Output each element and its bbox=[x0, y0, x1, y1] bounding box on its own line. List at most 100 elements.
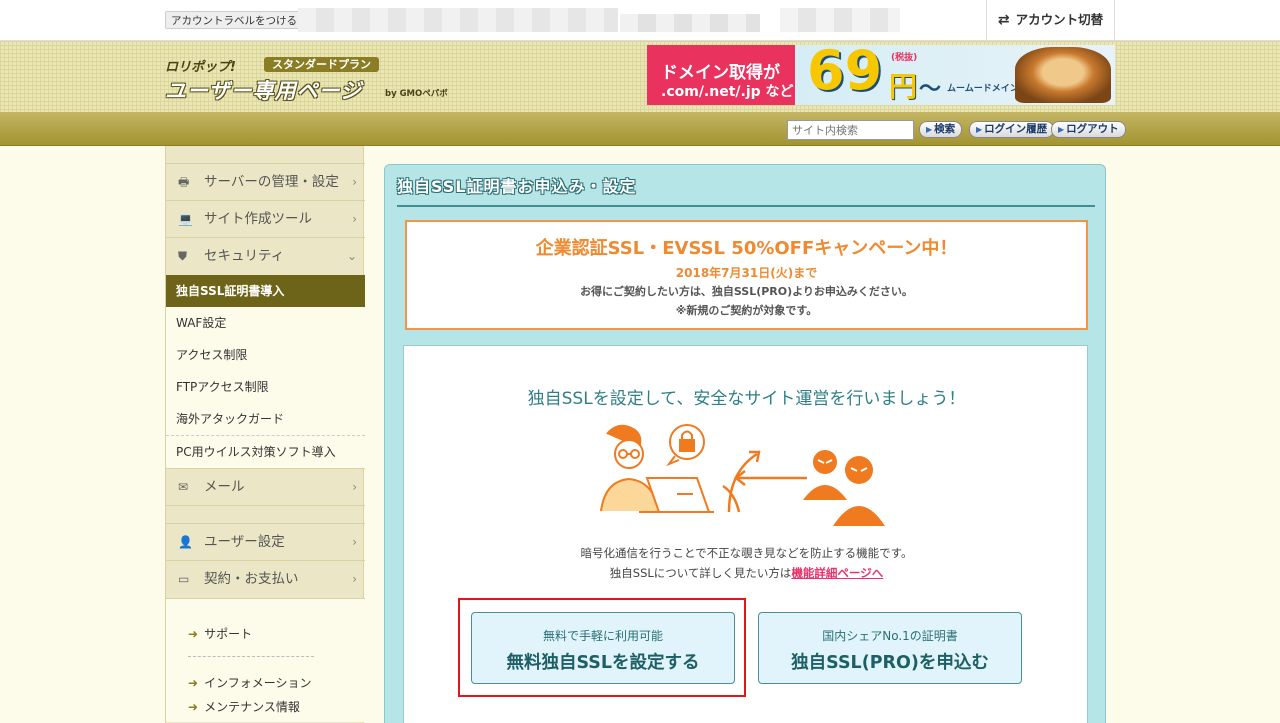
security-illustration bbox=[600, 424, 885, 526]
campaign-date: 2018年7月31日(火)まで bbox=[675, 266, 818, 280]
maintenance-label: メンテナンス情報 bbox=[204, 700, 300, 714]
attacker-figures bbox=[803, 450, 885, 526]
campaign-notice: 企業認証SSL・EVSSL 50%OFFキャンペーン中！ 2018年7月31日(… bbox=[405, 220, 1088, 330]
sidebar-item-label: サーバーの管理・設定 bbox=[204, 174, 339, 190]
triangle-right-icon: ▶ bbox=[976, 125, 983, 134]
chevron-right-icon: › bbox=[352, 175, 357, 189]
sidebar-item-billing[interactable]: ▭ 契約・お支払い › bbox=[166, 560, 365, 597]
account-label-button[interactable]: アカウントラベルをつける bbox=[165, 11, 303, 29]
campaign-title: 企業認証SSL・EVSSL 50%OFFキャンペーン中！ bbox=[535, 238, 958, 259]
banner-yen: 円 bbox=[889, 70, 918, 103]
title-divider bbox=[397, 205, 1095, 207]
triangle-right-icon: ▶ bbox=[1058, 125, 1065, 134]
support-section: ➜ サポート ➜ インフォメーション ➜ メンテナンス情報 bbox=[166, 598, 365, 722]
site-search-input[interactable] bbox=[787, 120, 914, 140]
sidebar: 🖶 サーバーの管理・設定 › 💻 サイト作成ツール › ⛊ セキュリティ ⌄ 独… bbox=[165, 146, 365, 723]
logo-by-gmo: by GMOペパボ bbox=[385, 89, 448, 99]
chevron-right-icon: › bbox=[352, 572, 357, 586]
switch-arrows-icon: ⇄ bbox=[997, 12, 1010, 28]
information-label: インフォメーション bbox=[204, 676, 312, 690]
sidebar-item-waf[interactable]: WAF設定 bbox=[166, 307, 365, 339]
chevron-right-icon: › bbox=[352, 480, 357, 494]
shield-icon: ⛊ bbox=[178, 249, 188, 263]
nav-bar: ▶検索 ▶ログイン履歴 ▶ログアウト bbox=[0, 112, 1280, 146]
sidebar-item-ssl[interactable]: 独自SSL証明書導入 bbox=[166, 275, 365, 307]
campaign-desc: お得にご契約したい方は、独自SSL(PRO)よりお申込みください。 bbox=[580, 285, 913, 298]
account-detail-redacted bbox=[620, 14, 760, 32]
banner-line1: ドメイン取得が bbox=[661, 63, 780, 83]
intro-description: 暗号化通信を行うことで不正な覗き見などを防止する機能です。 bbox=[580, 546, 913, 560]
sidebar-spacer bbox=[166, 505, 365, 523]
sidebar-item-user[interactable]: 👤 ユーザー設定 › bbox=[166, 523, 365, 560]
sidebar-item-label: 契約・お支払い bbox=[204, 571, 299, 587]
sidebar-item-access[interactable]: アクセス制限 bbox=[166, 339, 365, 371]
intro-more-line: 独自SSLについて詳しく見たい方は機能詳細ページへ bbox=[404, 565, 1089, 581]
maintenance-link[interactable]: ➜ メンテナンス情報 bbox=[188, 698, 300, 715]
user-icon: 👤 bbox=[178, 535, 193, 549]
account-switch-button[interactable]: ⇄ アカウント切替 bbox=[986, 0, 1115, 41]
banner-price-panel: 69 (税抜) 円 〜 ムームードメイン bbox=[795, 45, 1115, 105]
banner-tilde: 〜 bbox=[919, 77, 942, 102]
search-button-label: 検索 bbox=[934, 123, 956, 135]
mail-icon: ✉ bbox=[178, 480, 189, 494]
banner-line2: .com/.net/.jp など bbox=[661, 84, 794, 100]
sidebar-item-server[interactable]: 🖶 サーバーの管理・設定 › bbox=[166, 163, 365, 200]
login-history-label: ログイン履歴 bbox=[984, 123, 1048, 135]
lock-bubble bbox=[666, 424, 705, 467]
search-button[interactable]: ▶ 検索 bbox=[919, 121, 963, 138]
header: ロリポップ! スタンダードプラン ユーザー専用ページ by GMOペパボ ドメイ… bbox=[0, 41, 1280, 112]
pro-ssl-button[interactable]: 国内シェアNo.1の証明書 独自SSL(PRO)を申込む bbox=[758, 612, 1022, 684]
sidebar-item-label: メール bbox=[204, 479, 245, 495]
account-name-redacted bbox=[298, 8, 618, 32]
shiba-dog-image bbox=[1015, 47, 1111, 103]
triangle-right-icon: ▶ bbox=[926, 125, 933, 134]
sidebar-item-label: ユーザー設定 bbox=[204, 534, 285, 550]
sidebar-item-ftp[interactable]: FTPアクセス制限 bbox=[166, 371, 365, 403]
sidebar-item-site-tools[interactable]: 💻 サイト作成ツール › bbox=[166, 200, 365, 237]
sidebar-item-label: サイト作成ツール bbox=[204, 211, 312, 227]
arrows bbox=[722, 450, 807, 513]
sidebar-item-security[interactable]: ⛊ セキュリティ ⌄ bbox=[166, 237, 365, 274]
pro-ssl-label: 独自SSL(PRO)を申込む bbox=[791, 653, 989, 673]
feature-detail-link[interactable]: 機能詳細ページへ bbox=[791, 566, 883, 580]
campaign-note: ※新規のご契約が対象です。 bbox=[675, 304, 818, 317]
support-label: サポート bbox=[204, 627, 253, 641]
support-divider bbox=[188, 656, 314, 657]
banner-brand: ムームードメイン bbox=[947, 84, 1019, 94]
account-switch-label: アカウント切替 bbox=[1015, 12, 1104, 27]
banner-price: 69 bbox=[807, 45, 883, 102]
plan-badge: スタンダードプラン bbox=[264, 57, 379, 72]
support-link[interactable]: ➜ サポート bbox=[188, 625, 252, 642]
chevron-right-icon: › bbox=[352, 535, 357, 549]
top-bar: アカウントラベルをつける ⇄ アカウント切替 bbox=[0, 0, 1280, 41]
sidebar-item-label: セキュリティ bbox=[204, 248, 285, 264]
site-logo[interactable]: ロリポップ! スタンダードプラン ユーザー専用ページ by GMOペパボ bbox=[165, 56, 465, 103]
logo-brand: ロリポップ! bbox=[165, 60, 236, 75]
laptop-icon: 💻 bbox=[178, 212, 193, 226]
information-link[interactable]: ➜ インフォメーション bbox=[188, 674, 311, 691]
login-history-button[interactable]: ▶ ログイン履歴 bbox=[969, 121, 1055, 138]
credit-card-icon: ▭ bbox=[178, 572, 190, 586]
sidebar-item-attack-guard[interactable]: 海外アタックガード bbox=[166, 403, 365, 435]
logout-label: ログアウト bbox=[1066, 123, 1119, 135]
chevron-down-icon: ⌄ bbox=[346, 249, 357, 263]
printer-icon: 🖶 bbox=[178, 175, 190, 189]
chevron-right-icon: › bbox=[352, 212, 357, 226]
sidebar-item-mail[interactable]: ✉ メール › bbox=[166, 468, 365, 505]
logo-title: ユーザー専用ページ bbox=[165, 79, 363, 103]
account-domain-redacted bbox=[780, 8, 900, 32]
arrow-right-icon: ➜ bbox=[188, 700, 199, 714]
highlight-box bbox=[458, 598, 746, 697]
arrow-right-icon: ➜ bbox=[188, 676, 199, 690]
pro-ssl-sub: 国内シェアNo.1の証明書 bbox=[822, 629, 958, 643]
banner-pink-panel: ドメイン取得が .com/.net/.jp など bbox=[647, 45, 795, 105]
logout-button[interactable]: ▶ ログアウト bbox=[1051, 121, 1126, 138]
intro-headline: 独自SSLを設定して、安全なサイト運営を行いましょう！ bbox=[527, 389, 966, 409]
arrow-right-icon: ➜ bbox=[188, 627, 199, 641]
intro-more-text: 独自SSLについて詳しく見たい方は bbox=[609, 566, 792, 580]
page-title: 独自SSL証明書お申込み・設定 bbox=[397, 177, 637, 196]
sidebar-item-virus[interactable]: PC用ウイルス対策ソフト導入 bbox=[166, 435, 365, 468]
domain-ad-banner[interactable]: ドメイン取得が .com/.net/.jp など 69 (税抜) 円 〜 ムーム… bbox=[647, 45, 1115, 105]
banner-tax: (税抜) bbox=[891, 53, 918, 63]
woman-figure bbox=[600, 424, 660, 512]
